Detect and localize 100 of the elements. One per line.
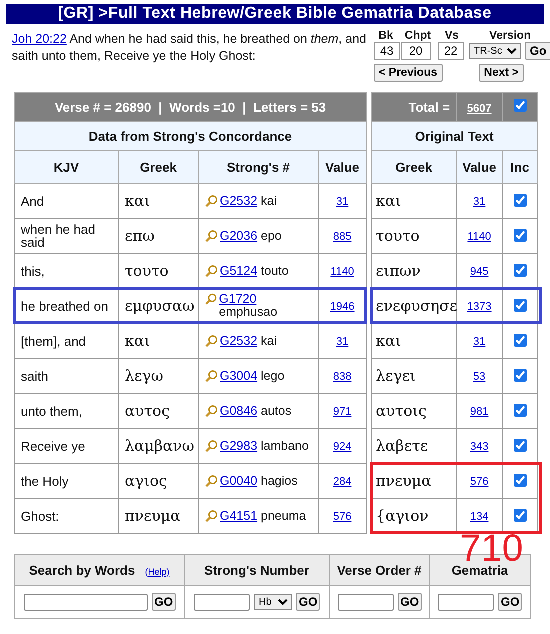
strongs-link[interactable]: G0846 [220, 404, 258, 418]
value-link[interactable]: 1946 [330, 300, 355, 312]
field-label: Bk [378, 30, 394, 42]
strongs-link[interactable]: G0040 [220, 474, 258, 488]
transliteration: kai [261, 194, 277, 208]
value-link[interactable]: 31 [473, 196, 486, 208]
table-caption: Data from Strong's Concordance [14, 122, 367, 150]
value-link[interactable]: 971 [333, 406, 352, 418]
transliteration: lego [261, 368, 285, 382]
table-cell: unto them, [14, 394, 118, 428]
verse-reference-link[interactable]: Joh 20:22 [12, 32, 67, 46]
total-checkbox[interactable] [514, 99, 527, 112]
value-link[interactable]: 134 [470, 510, 489, 522]
table-cell: και [372, 184, 457, 218]
table-cell: this, [14, 254, 118, 288]
strongs-link[interactable]: G2532 [220, 194, 258, 208]
table-cell: και [372, 324, 457, 358]
strongs-link[interactable]: G2532 [220, 334, 258, 348]
include-checkbox[interactable] [514, 474, 527, 486]
column-header: Greek [118, 150, 198, 184]
language-select[interactable]: Hb [254, 594, 292, 610]
value-link[interactable]: 838 [333, 370, 352, 382]
table-cell: λεγει [372, 358, 457, 394]
column-header: Greek [372, 150, 457, 184]
verse-field[interactable]: 22 [438, 42, 464, 60]
field-label: Chpt [404, 30, 432, 42]
value-link[interactable]: 1140 [330, 266, 354, 278]
go-button[interactable]: GO [398, 593, 422, 611]
page-title: [GR] >Full Text Hebrew/Greek Bible Gematria Database [6, 4, 544, 24]
search-field[interactable] [438, 594, 494, 610]
column-header: KJV [14, 150, 118, 184]
previous-button[interactable]: < Previous [374, 64, 442, 82]
table-cell: και [118, 324, 198, 358]
value-link[interactable]: 1373 [467, 300, 492, 312]
help-link[interactable]: (Help) [145, 566, 170, 576]
transliteration: epo [261, 228, 282, 242]
value-link[interactable]: 53 [473, 370, 486, 382]
value-link[interactable]: 31 [336, 336, 349, 348]
include-checkbox[interactable] [514, 194, 527, 206]
strongs-link[interactable]: G2036 [220, 228, 258, 242]
include-checkbox[interactable] [514, 264, 527, 276]
value-link[interactable]: 924 [333, 440, 352, 452]
table-cell: αγιος [118, 464, 198, 498]
value-link[interactable]: 31 [336, 196, 349, 208]
search-label: Verse Order # [337, 562, 422, 578]
value-link[interactable]: 284 [333, 476, 352, 488]
transliteration: emphusao [219, 305, 278, 319]
magnifier-icon [205, 510, 218, 522]
go-button[interactable]: GO [296, 593, 320, 611]
strongs-link[interactable]: G5124 [220, 264, 258, 278]
table-cell: πνευμα [118, 498, 198, 534]
search-field[interactable] [24, 594, 148, 610]
value-link[interactable]: 576 [333, 510, 352, 522]
transliteration: touto [261, 264, 289, 278]
go-button[interactable]: GO [498, 593, 522, 611]
include-checkbox[interactable] [514, 298, 527, 312]
table-cell: when he had said [14, 218, 118, 254]
column-header: Value [318, 150, 367, 184]
book-field[interactable]: 43 [374, 42, 400, 60]
table-cell: τουτο [372, 218, 457, 254]
strongs-link[interactable]: G1720 [219, 292, 257, 306]
go-button[interactable]: Go [525, 42, 550, 60]
table-cell: λαμβανω [118, 428, 198, 464]
value-link[interactable]: 343 [470, 440, 489, 452]
include-checkbox[interactable] [514, 368, 527, 382]
verse-text: Joh 20:22 And when he had said this, he breathed on them, and saith unto them, Receive ye the Holy Ghost: [12, 31, 368, 65]
next-button[interactable]: Next > [479, 64, 524, 82]
include-checkbox[interactable] [514, 438, 527, 452]
total-label: Total = [372, 92, 457, 122]
value-link[interactable]: 981 [470, 406, 489, 418]
version-select[interactable]: TR-Sc [469, 43, 521, 59]
verse-summary: Verse # = 26890 | Words =10 | Letters = 53 [14, 92, 367, 122]
table-cell: saith [14, 358, 118, 394]
magnifier-icon [205, 264, 218, 278]
field-label: Vs [444, 30, 460, 42]
transliteration: pneuma [261, 508, 306, 522]
magnifier-icon [205, 230, 218, 242]
include-checkbox[interactable] [514, 508, 527, 522]
value-link[interactable]: 31 [473, 336, 486, 348]
table-cell: αυτος [118, 394, 198, 428]
strongs-link[interactable]: G3004 [220, 368, 258, 382]
strongs-link[interactable]: G2983 [220, 438, 258, 452]
column-header: Strong's # [198, 150, 318, 184]
search-label: Strong's Number [204, 562, 310, 578]
include-checkbox[interactable] [514, 404, 527, 416]
include-checkbox[interactable] [514, 334, 527, 346]
include-checkbox[interactable] [514, 228, 527, 242]
table-cell: επω [118, 218, 198, 254]
search-field[interactable] [338, 594, 394, 610]
magnifier-icon [205, 194, 218, 208]
table-cell: Receive ye [14, 428, 118, 464]
search-field[interactable] [194, 594, 250, 610]
value-link[interactable]: 576 [470, 476, 489, 488]
strongs-link[interactable]: G4151 [220, 508, 258, 522]
chapter-field[interactable]: 20 [401, 42, 431, 60]
value-link[interactable]: 945 [470, 266, 489, 278]
go-button[interactable]: GO [152, 593, 176, 611]
table-cell: [them], and [14, 324, 118, 358]
value-link[interactable]: 1140 [468, 230, 492, 242]
value-link[interactable]: 885 [333, 230, 352, 242]
